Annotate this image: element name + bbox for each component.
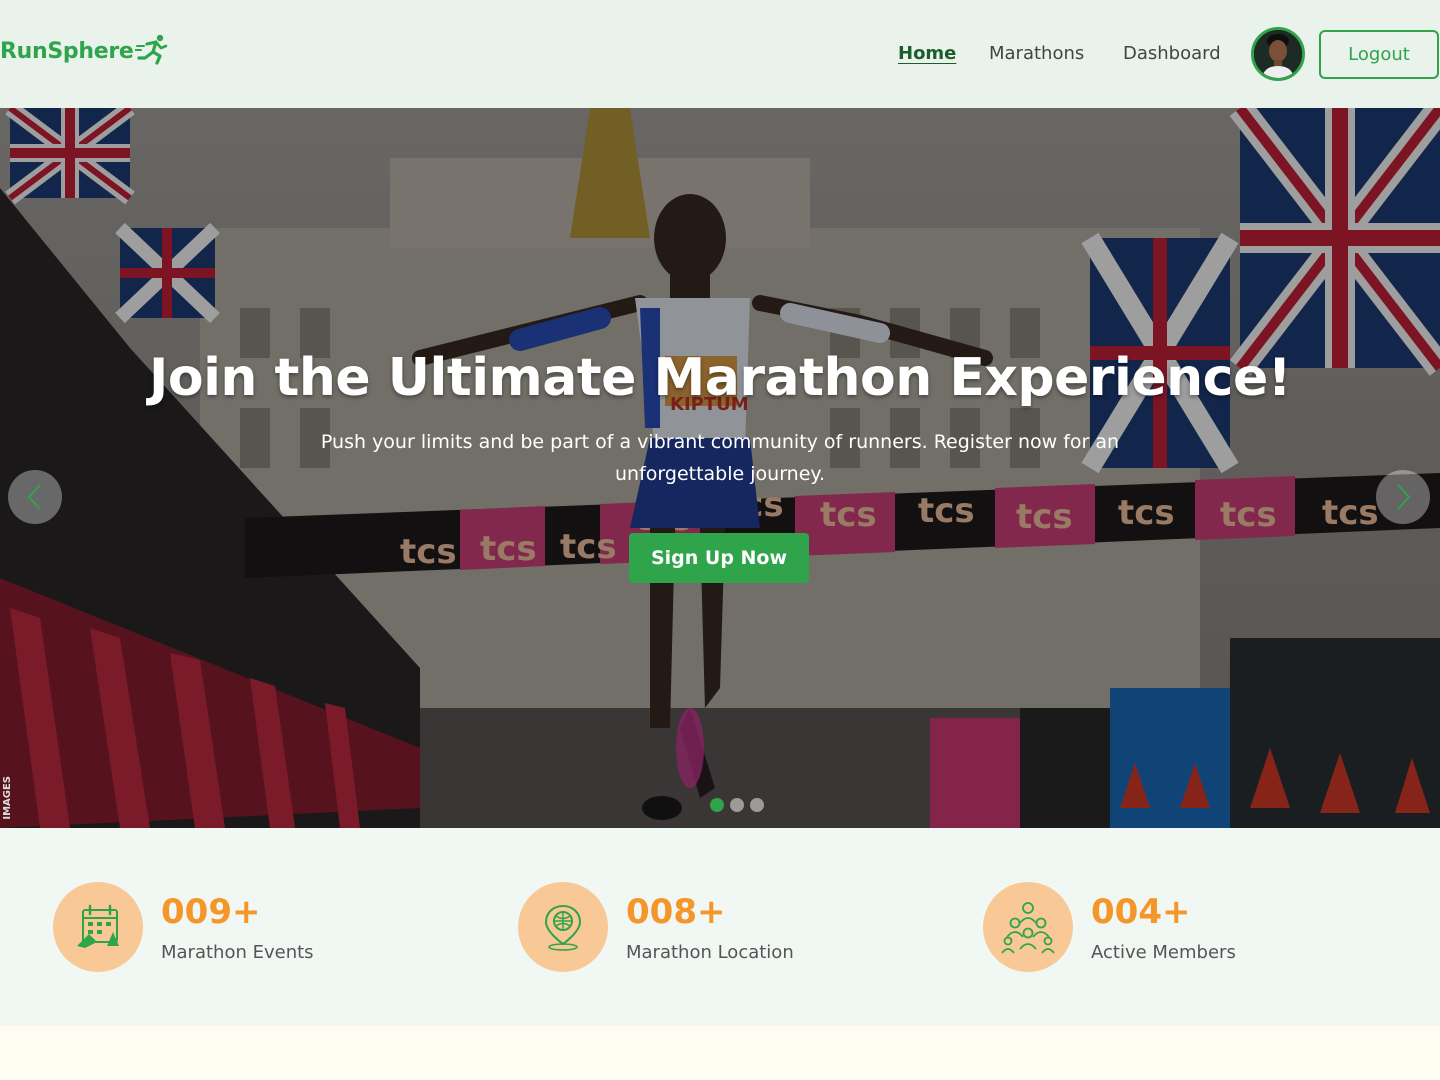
community-icon [1001, 902, 1055, 954]
brand-name: RunSphere [0, 38, 134, 64]
calendar-icon [77, 904, 119, 948]
hero-carousel: tcs tcs tcs tcs tcs tcs tcs tcs tcs tcs … [0, 108, 1440, 828]
carousel-prev-button[interactable] [8, 470, 62, 524]
hero-title: Join the Ultimate Marathon Experience! [149, 348, 1291, 408]
stats-section: 009+ Marathon Events 008+ Marathon Locat… [0, 828, 1440, 1026]
stat-label: Marathon Events [161, 941, 314, 963]
navbar: RunSphere Home Marathons Dashboard Logou… [0, 0, 1440, 108]
carousel-dots [710, 798, 764, 812]
stat-label: Marathon Location [626, 941, 794, 963]
page-footer-area [0, 1026, 1440, 1080]
nav-link-marathons[interactable]: Marathons [989, 43, 1084, 64]
location-pin-icon [544, 904, 582, 951]
carousel-next-button[interactable] [1376, 470, 1430, 524]
hero-subtitle: Push your limits and be part of a vibran… [320, 431, 1120, 485]
carousel-dot-3[interactable] [750, 798, 764, 812]
runner-icon [134, 34, 167, 65]
carousel-dot-2[interactable] [730, 798, 744, 812]
stat-value: 004+ [1091, 891, 1191, 932]
stat-icon-wrapper [983, 882, 1073, 972]
stat-value: 009+ [161, 891, 261, 932]
nav-link-dashboard[interactable]: Dashboard [1123, 43, 1221, 64]
logout-button[interactable]: Logout [1319, 30, 1439, 79]
photo-watermark: IMAGES [2, 776, 13, 820]
stat-icon-wrapper [53, 882, 143, 972]
carousel-dot-1[interactable] [710, 798, 724, 812]
sign-up-button[interactable]: Sign Up Now [629, 533, 809, 583]
stat-label: Active Members [1091, 941, 1236, 963]
user-avatar[interactable] [1251, 27, 1305, 81]
chevron-left-icon [27, 484, 41, 510]
nav-link-home[interactable]: Home [898, 43, 956, 64]
chevron-right-icon [1397, 484, 1411, 510]
avatar-image [1254, 30, 1302, 78]
brand-logo[interactable]: RunSphere [0, 34, 169, 66]
stat-marathon-location: 008+ Marathon Location [518, 882, 794, 972]
stat-icon-wrapper [518, 882, 608, 972]
stat-value: 008+ [626, 891, 726, 932]
stat-active-members: 004+ Active Members [983, 882, 1236, 972]
stat-marathon-events: 009+ Marathon Events [53, 882, 314, 972]
